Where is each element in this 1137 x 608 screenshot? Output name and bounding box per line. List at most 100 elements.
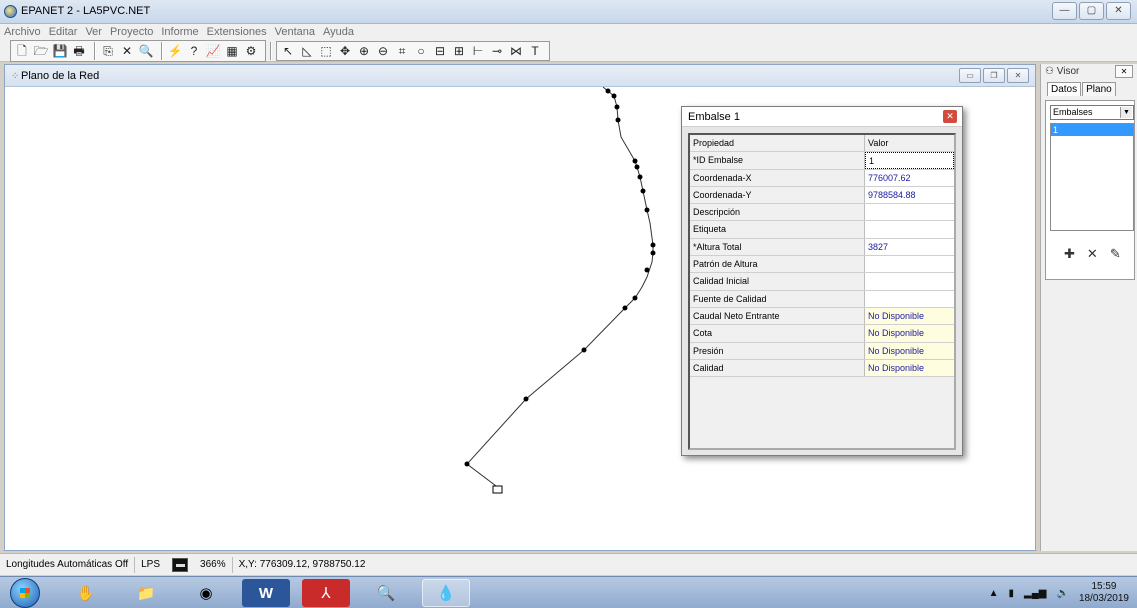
acrobat-icon[interactable]: ⅄	[302, 579, 350, 607]
open-folder-icon[interactable]: 🗁	[33, 43, 49, 59]
junction-node[interactable]	[632, 295, 638, 301]
add-object-icon[interactable]: ✚	[1064, 246, 1075, 262]
zoom-in-icon[interactable]: ⊕	[356, 43, 372, 59]
minimize-button[interactable]: —	[1052, 2, 1077, 20]
network-minimize-button[interactable]: ▭	[959, 68, 981, 83]
property-value-input[interactable]	[865, 290, 954, 307]
property-row: *ID Embalse 1	[690, 152, 954, 170]
add-valve-icon[interactable]: ⋈	[508, 43, 524, 59]
menu-ver[interactable]: Ver	[85, 24, 102, 40]
pan-icon[interactable]: ✥	[337, 43, 353, 59]
windows-taskbar: ✋ 📁 ◉ W ⅄ 🔍 💧 ▲ ▮ ▂▄▆ 🔈 15:59 18/03/2019	[0, 576, 1137, 608]
add-junction-icon[interactable]: ○	[413, 43, 429, 59]
edit-object-icon[interactable]: ✎	[1110, 246, 1121, 262]
junction-node[interactable]	[581, 347, 587, 353]
property-name: Presión	[690, 342, 865, 359]
menu-extensiones[interactable]: Extensiones	[207, 24, 267, 40]
save-icon[interactable]: 💾	[52, 43, 68, 59]
query-icon[interactable]: ?	[186, 43, 202, 59]
add-tank-icon[interactable]: ⊞	[451, 43, 467, 59]
chrome-icon[interactable]: ◉	[182, 579, 230, 607]
junction-node[interactable]	[464, 461, 470, 467]
junction-node[interactable]	[605, 88, 611, 94]
property-name: Descripción	[690, 204, 865, 221]
menu-archivo[interactable]: Archivo	[4, 24, 41, 40]
junction-node[interactable]	[622, 305, 628, 311]
junction-node[interactable]	[614, 104, 620, 110]
junction-node[interactable]	[632, 158, 638, 164]
hand-app-icon[interactable]: ✋	[62, 579, 110, 607]
full-extent-icon[interactable]: ⌗	[394, 43, 410, 59]
tab-datos[interactable]: Datos	[1047, 82, 1082, 96]
property-row: Cota No Disponible	[690, 325, 954, 343]
menu-informe[interactable]: Informe	[161, 24, 198, 40]
delete-object-icon[interactable]: ✕	[1087, 246, 1098, 262]
object-id-list[interactable]: 1	[1050, 123, 1134, 231]
visor-close-button[interactable]: ✕	[1115, 65, 1133, 78]
start-button[interactable]	[10, 578, 40, 608]
add-reservoir-icon[interactable]: ⊟	[432, 43, 448, 59]
dialog-close-button[interactable]: ✕	[943, 110, 957, 123]
property-value-input[interactable]: 1	[865, 152, 954, 169]
epanet-taskbar-icon[interactable]: 💧	[422, 579, 470, 607]
visor-titlebar: ⚇ Visor ✕	[1041, 64, 1137, 80]
junction-node[interactable]	[523, 396, 529, 402]
file-explorer-icon[interactable]: 📁	[122, 579, 170, 607]
select-vertex-icon[interactable]: ◺	[299, 43, 315, 59]
run-icon[interactable]: ⚡	[167, 43, 183, 59]
network-signal-icon[interactable]: ▂▄▆	[1024, 588, 1046, 599]
menu-proyecto[interactable]: Proyecto	[110, 24, 153, 40]
property-value-input[interactable]	[865, 221, 954, 238]
property-value-input[interactable]	[865, 256, 954, 273]
table-icon[interactable]: ▦	[224, 43, 240, 59]
close-button[interactable]: ✕	[1106, 2, 1131, 20]
junction-node[interactable]	[650, 242, 656, 248]
add-pump-icon[interactable]: ⊸	[489, 43, 505, 59]
junction-node[interactable]	[615, 117, 621, 123]
options-icon[interactable]: ⚙	[243, 43, 259, 59]
menu-ayuda[interactable]: Ayuda	[323, 24, 354, 40]
volume-icon[interactable]: 🔈	[1056, 588, 1068, 599]
property-value-input[interactable]	[865, 204, 954, 221]
network-restore-button[interactable]: ❐	[983, 68, 1005, 83]
junction-node[interactable]	[611, 93, 617, 99]
property-value-input[interactable]: 3827	[865, 238, 954, 256]
property-name: Etiqueta	[690, 221, 865, 238]
print-icon[interactable]: 🖶	[71, 43, 87, 59]
maximize-button[interactable]: ▢	[1079, 2, 1104, 20]
delete-icon[interactable]: ✕	[119, 43, 135, 59]
graph-icon[interactable]: 📈	[205, 43, 221, 59]
tab-plano[interactable]: Plano	[1082, 82, 1116, 96]
find-icon[interactable]: 🔍	[138, 43, 154, 59]
property-value-input[interactable]	[865, 273, 954, 290]
menu-editar[interactable]: Editar	[49, 24, 78, 40]
word-icon[interactable]: W	[242, 579, 290, 607]
junction-node[interactable]	[650, 250, 656, 256]
add-label-icon[interactable]: T	[527, 43, 543, 59]
select-arrow-icon[interactable]: ↖	[280, 43, 296, 59]
property-value-input[interactable]: 9788584.88	[865, 186, 954, 204]
junction-node[interactable]	[634, 164, 640, 170]
reservoir-node[interactable]	[492, 485, 503, 494]
select-region-icon[interactable]: ⬚	[318, 43, 334, 59]
zoom-out-icon[interactable]: ⊖	[375, 43, 391, 59]
object-category-select[interactable]: Embalses ▼	[1050, 105, 1134, 120]
network-close-button[interactable]: ✕	[1007, 68, 1029, 83]
tray-device-icon[interactable]: ▮	[1009, 588, 1015, 599]
list-item[interactable]: 1	[1051, 124, 1133, 136]
chevron-down-icon[interactable]: ▼	[1120, 107, 1132, 118]
property-value-input[interactable]: 776007.62	[865, 169, 954, 186]
tray-arrow-icon[interactable]: ▲	[989, 588, 999, 599]
junction-node[interactable]	[640, 188, 646, 194]
menu-ventana[interactable]: Ventana	[275, 24, 315, 40]
search-tool-icon[interactable]: 🔍	[362, 579, 410, 607]
copy-icon[interactable]: ⎘	[100, 43, 116, 59]
clock[interactable]: 15:59 18/03/2019	[1079, 581, 1129, 605]
junction-node[interactable]	[644, 267, 650, 273]
auto-length-status[interactable]: Longitudes Automáticas Off	[0, 556, 136, 573]
pipe-network-line[interactable]	[466, 87, 654, 490]
junction-node[interactable]	[644, 207, 650, 213]
junction-node[interactable]	[637, 174, 643, 180]
new-file-icon[interactable]: 🗋	[14, 43, 30, 59]
add-pipe-icon[interactable]: ⊢	[470, 43, 486, 59]
